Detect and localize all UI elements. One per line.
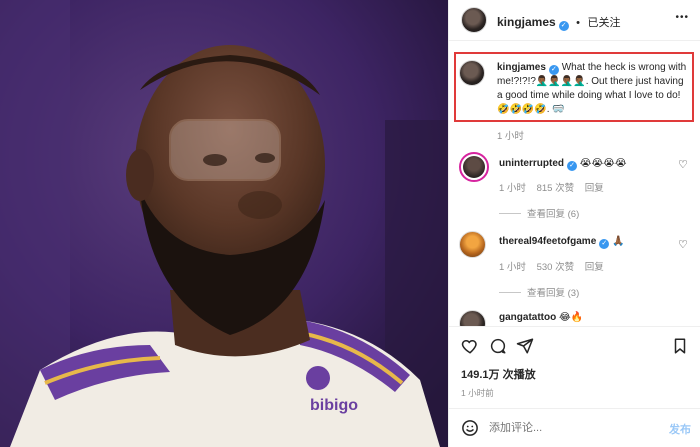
comment-time: 1 小时 [499, 183, 526, 194]
comment-text: 😭😭😭😭 [579, 158, 627, 169]
like-heart-icon[interactable] [461, 337, 479, 355]
verified-icon: ✓ [548, 65, 559, 75]
comment-username[interactable]: gangatattoo [499, 312, 556, 323]
reply-button[interactable]: 回复 [585, 183, 604, 194]
author-username[interactable]: kingjames [497, 15, 556, 29]
comment-likes[interactable]: 530 次赞 [537, 262, 575, 273]
comment-input[interactable] [489, 418, 649, 438]
comment-username[interactable]: thereal94feetofgame [499, 236, 596, 247]
comment-bubble-icon[interactable] [489, 337, 507, 355]
emoji-icon[interactable] [461, 419, 479, 437]
post-time: 1 小时前 [461, 388, 494, 398]
more-options-icon[interactable]: ••• [675, 12, 689, 23]
caption-avatar[interactable] [459, 60, 485, 86]
comment-avatar[interactable] [459, 231, 486, 258]
view-count[interactable]: 149.1万 次播放 [461, 366, 536, 382]
comment-avatar[interactable] [459, 152, 489, 182]
comment-time: 1 小时 [499, 262, 526, 273]
post-comment-button[interactable]: 发布 [669, 421, 691, 437]
verified-icon: ✓ [567, 161, 577, 171]
replies-line [499, 292, 521, 293]
like-comment-icon[interactable]: ♡ [678, 160, 688, 171]
verified-icon: ✓ [558, 21, 569, 31]
actions-divider [449, 326, 700, 327]
comment-item: thereal94feetofgame ✓ 🙏🏾 1 小时 530 次赞 回复 ♡… [459, 228, 694, 299]
comment-item: uninterrupted ✓ 😭😭😭😭 1 小时 815 次赞 回复 ♡ 查看回… [459, 152, 694, 222]
comment-text: 🙏🏾 [612, 236, 625, 247]
post-media[interactable]: bibigo [0, 0, 448, 447]
view-replies-button[interactable]: 查看回复 (6) [499, 206, 579, 220]
verified-icon: ✓ [599, 239, 610, 249]
comment-composer: 发布 [449, 409, 700, 447]
replies-line [499, 213, 521, 214]
save-bookmark-icon[interactable] [671, 337, 689, 355]
separator-dot: • [576, 17, 581, 29]
post-side-panel: kingjames ✓ • 已关注 ••• kingjames ✓ What the… [448, 0, 700, 447]
player-photo: bibigo [0, 0, 448, 447]
view-replies-button[interactable]: 查看回复 (3) [499, 285, 579, 299]
reply-button[interactable]: 回复 [585, 262, 604, 273]
comment-avatar[interactable] [459, 310, 486, 326]
comment-item: gangatattoo 😂🔥 [459, 308, 694, 326]
share-send-icon[interactable] [516, 337, 534, 355]
jersey-brand-text: bibigo [310, 397, 358, 414]
post-header: kingjames ✓ • 已关注 ••• [449, 0, 700, 41]
comment-text: 😂🔥 [559, 312, 584, 323]
caption-username[interactable]: kingjames [497, 62, 546, 73]
like-comment-icon[interactable]: ♡ [678, 240, 688, 251]
comment-likes[interactable]: 815 次赞 [537, 183, 575, 194]
comment-username[interactable]: uninterrupted [499, 158, 564, 169]
author-avatar[interactable] [461, 7, 487, 33]
follow-status-button[interactable]: 已关注 [587, 17, 620, 29]
caption-time: 1 小时 [497, 131, 524, 142]
